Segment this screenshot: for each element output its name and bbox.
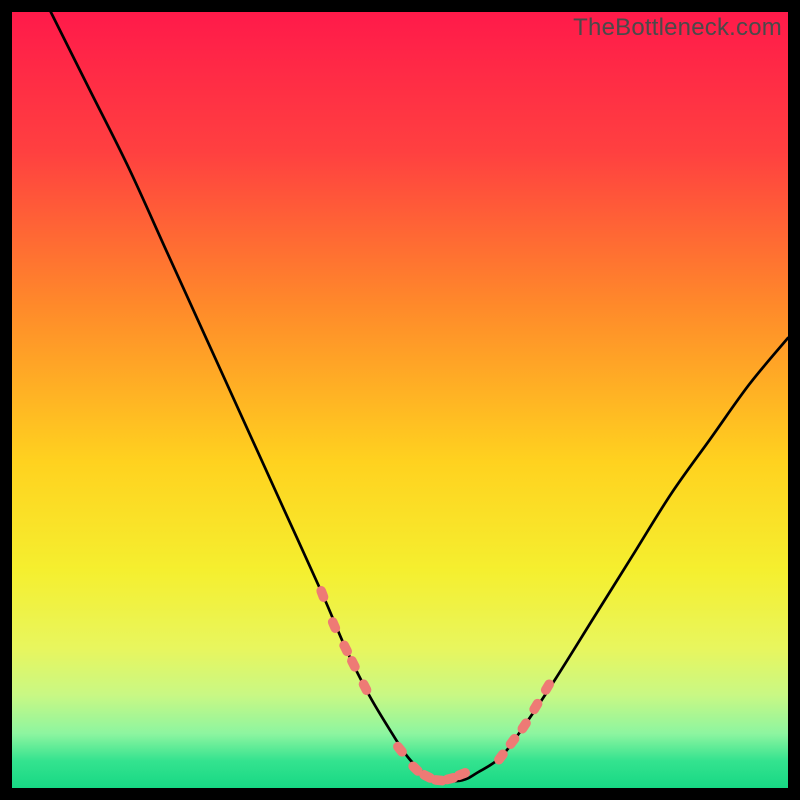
- outer-frame: TheBottleneck.com: [0, 0, 800, 800]
- curve-marker: [357, 678, 373, 697]
- marker-group: [315, 585, 556, 786]
- curve-marker: [315, 585, 330, 604]
- curve-marker: [345, 654, 361, 673]
- watermark-text: TheBottleneck.com: [573, 14, 782, 42]
- bottleneck-curve: [51, 12, 788, 781]
- curve-layer: [12, 12, 788, 788]
- plot-area: [12, 12, 788, 788]
- curve-marker: [338, 639, 354, 658]
